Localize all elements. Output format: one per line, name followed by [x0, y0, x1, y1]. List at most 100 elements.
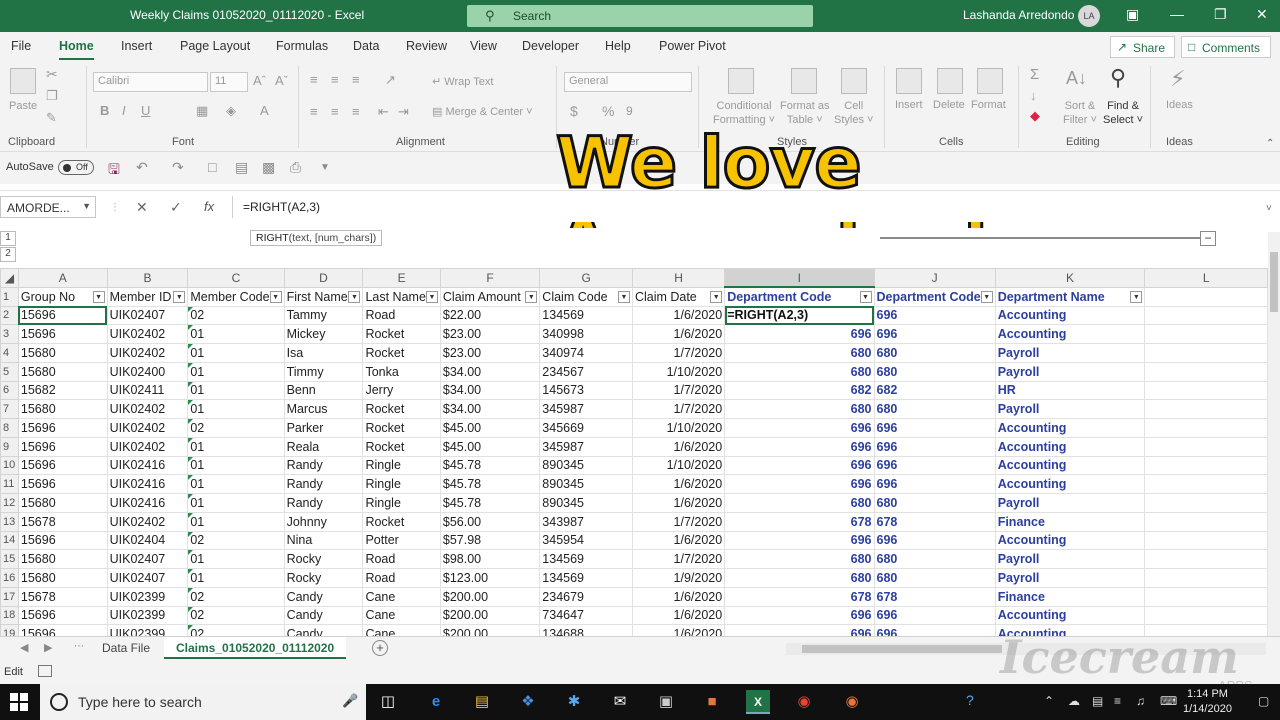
dropbox-icon[interactable]: ❖ [516, 690, 540, 714]
empty-cell[interactable] [1144, 474, 1268, 494]
cell[interactable]: 01 [187, 361, 285, 382]
cell[interactable]: Finance [994, 511, 1146, 532]
open-icon[interactable]: ▤ [235, 159, 248, 176]
paste-icon[interactable] [10, 68, 36, 94]
ideas-icon[interactable]: ⚡ [1170, 66, 1185, 92]
new-file-icon[interactable]: □ [208, 159, 216, 175]
row-header[interactable]: 9 [0, 436, 19, 457]
cell[interactable]: 01 [187, 324, 285, 344]
empty-cell[interactable] [1144, 455, 1268, 476]
customize-qat-icon[interactable]: ▼ [320, 162, 330, 173]
restore-icon[interactable]: ❐ [1214, 6, 1227, 23]
cell[interactable]: UIK02402 [106, 399, 189, 419]
cell[interactable]: 01 [187, 455, 285, 476]
ideas-button[interactable]: Ideas [1166, 99, 1193, 111]
font-name-select[interactable]: Calibri [93, 72, 208, 92]
empty-cell[interactable] [1144, 324, 1268, 344]
recorder-icon[interactable]: ◉ [840, 690, 864, 714]
cell[interactable]: 680 [724, 343, 875, 363]
insert-function-icon[interactable]: fx [204, 199, 214, 214]
accessibility-icon[interactable] [38, 665, 52, 677]
header-cell[interactable]: Claim Amount ▼ [439, 286, 541, 307]
cell[interactable]: Johnny [283, 511, 364, 532]
cell[interactable]: 1/6/2020 [631, 324, 726, 344]
row-header[interactable]: 19 [0, 624, 19, 636]
row-header[interactable]: 2 [0, 305, 19, 326]
search-box[interactable]: ⚲ Search [467, 5, 813, 27]
filter-dropdown-icon[interactable]: ▼ [980, 290, 993, 303]
sheet-tab-data-file[interactable]: Data File [90, 637, 162, 659]
row-header[interactable]: 17 [0, 586, 19, 607]
help-icon[interactable]: ? [966, 692, 974, 708]
outline-level-2[interactable]: 2 [0, 247, 16, 262]
cell[interactable]: UIK02399 [106, 586, 189, 607]
cell[interactable]: Isa [283, 343, 364, 363]
empty-cell[interactable] [1144, 586, 1268, 607]
filter-dropdown-icon[interactable]: ▼ [269, 290, 282, 303]
cell[interactable]: UIK02407 [106, 568, 189, 588]
row-header[interactable]: 10 [0, 455, 19, 476]
cell[interactable]: Rocky [283, 549, 364, 569]
keyboard-icon[interactable]: ⌨ [1160, 694, 1177, 708]
cell[interactable]: 696 [873, 605, 996, 626]
decrease-indent-icon[interactable]: ⇤ [378, 104, 389, 120]
cell[interactable]: 696 [873, 418, 996, 438]
cell[interactable]: 680 [873, 568, 996, 588]
row-header[interactable]: 6 [0, 380, 19, 401]
cell[interactable]: 02 [187, 605, 285, 626]
cell[interactable]: Benn [283, 380, 364, 401]
cell[interactable]: 01 [187, 436, 285, 457]
cell[interactable]: Nina [283, 530, 364, 551]
cell[interactable]: 682 [873, 380, 996, 401]
cell[interactable]: 680 [724, 493, 875, 513]
cell[interactable]: Ringle [362, 474, 441, 494]
cell[interactable]: 134569 [539, 568, 633, 588]
cell[interactable]: 890345 [539, 474, 633, 494]
format-painter-icon[interactable]: ✎ [46, 110, 57, 126]
cell[interactable]: Timmy [283, 361, 364, 382]
align-middle-icon[interactable]: ≡ [331, 72, 339, 87]
cell[interactable]: 1/6/2020 [631, 605, 726, 626]
empty-cell[interactable] [1144, 418, 1268, 438]
cell[interactable]: 890345 [539, 455, 633, 476]
cell[interactable]: 890345 [539, 493, 633, 513]
header-cell[interactable]: Claim Code ▼ [539, 286, 633, 307]
cell[interactable]: 696 [873, 436, 996, 457]
cell[interactable]: Payroll [994, 361, 1146, 382]
cell[interactable]: 234567 [539, 361, 633, 382]
row-header[interactable]: 13 [0, 511, 19, 532]
cell[interactable]: 15696 [17, 605, 108, 626]
cell[interactable]: Ringle [362, 455, 441, 476]
bold-icon[interactable]: B [100, 103, 109, 118]
tab-review[interactable]: Review [406, 39, 447, 53]
cell[interactable]: 696 [724, 530, 875, 551]
underline-icon[interactable]: U [141, 103, 150, 118]
mail-icon[interactable]: ✉ [608, 690, 632, 714]
row-header[interactable]: 5 [0, 361, 19, 382]
cell[interactable]: 345669 [539, 418, 633, 438]
filter-dropdown-icon[interactable]: ▼ [710, 290, 723, 303]
tab-insert[interactable]: Insert [121, 39, 152, 53]
cell[interactable]: Accounting [994, 455, 1146, 476]
column-header[interactable]: K [994, 268, 1146, 288]
header-cell[interactable]: Member Code ▼ [187, 286, 285, 307]
cell[interactable]: 1/6/2020 [631, 624, 726, 636]
align-right-icon[interactable]: ≡ [352, 104, 360, 119]
cell[interactable]: 15678 [17, 511, 108, 532]
cell[interactable]: Reala [283, 436, 364, 457]
cell[interactable]: 1/6/2020 [631, 305, 726, 326]
cell[interactable]: UIK02402 [106, 324, 189, 344]
empty-cell[interactable] [1144, 286, 1268, 307]
network-icon[interactable]: ≡ [1114, 694, 1121, 708]
currency-icon[interactable]: $ [570, 103, 578, 119]
cell[interactable]: Randy [283, 493, 364, 513]
add-sheet-icon[interactable]: + [372, 640, 388, 656]
cell[interactable]: 15696 [17, 530, 108, 551]
cell[interactable]: 15680 [17, 361, 108, 382]
column-header[interactable]: A [17, 268, 108, 288]
name-box[interactable]: AMORDE... ▼ [0, 196, 96, 218]
filter-dropdown-icon[interactable]: ▼ [1130, 290, 1143, 303]
column-header[interactable]: F [439, 268, 541, 288]
format-as-table-icon[interactable] [791, 68, 817, 94]
cell[interactable]: 15680 [17, 493, 108, 513]
